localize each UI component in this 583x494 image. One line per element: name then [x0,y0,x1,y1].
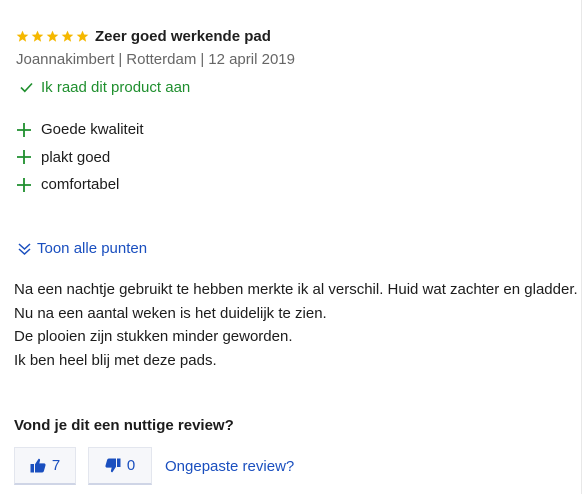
star-rating [16,30,89,43]
meta-separator: | [118,51,123,68]
review-date: 12 april 2019 [208,51,295,68]
thumbs-up-icon [30,458,46,473]
review-body-line: Nu na een aantal weken is het duidelijk … [14,304,327,322]
helpful-question: Vond je dit een nuttige review? [14,417,234,434]
star-icon [46,30,59,42]
thumbs-down-button[interactable]: 0 [88,447,152,485]
review-body: Na een nachtje gebruikt te hebben merkte… [14,278,580,372]
thumbs-up-count: 7 [51,457,61,474]
thumbs-down-count: 0 [126,457,136,474]
meta-separator: | [200,51,205,68]
double-chevron-down-icon [18,242,31,255]
star-icon [61,30,74,42]
review-title: Zeer goed werkende pad [95,28,271,45]
review-location: Rotterdam [126,51,197,68]
show-all-points-label: Toon alle punten [37,240,148,257]
pros-item: Goede kwaliteit [16,116,144,144]
pros-item-label: comfortabel [41,176,120,194]
star-icon [76,30,89,42]
plus-icon [17,122,31,137]
review-header: Zeer goed werkende pad [16,28,271,45]
plus-icon [17,150,31,165]
pros-item-label: plakt goed [41,148,111,166]
divider [581,0,582,494]
pros-item-label: Goede kwaliteit [41,121,144,139]
pros-item: comfortabel [16,171,144,199]
show-all-points-link[interactable]: Toon alle punten [17,240,147,257]
star-icon [16,30,29,42]
review-body-line: De plooien zijn stukken minder geworden. [14,328,293,345]
report-review-link[interactable]: Ongepaste review? [165,458,294,475]
review-body-line: Na een nachtje gebruikt te hebben merkte… [14,281,578,298]
review-card: Zeer goed werkende pad Joannakimbert | Rot… [0,0,583,494]
review-meta: Joannakimbert | Rotterdam | 12 april 2019 [16,51,295,68]
review-author: Joannakimbert [16,51,115,68]
pros-item: plakt goed [16,144,144,172]
review-body-line: Ik ben heel blij met deze pads. [14,351,217,369]
plus-icon [17,177,31,192]
recommendation: Ik raad dit product aan [20,79,190,96]
pros-list: Goede kwaliteit plakt goed comfortabel [16,116,144,199]
checkmark-icon [20,82,33,93]
recommendation-text: Ik raad dit product aan [41,79,191,96]
star-icon [31,30,44,42]
thumbs-down-icon [105,458,121,473]
thumbs-up-button[interactable]: 7 [14,447,76,485]
